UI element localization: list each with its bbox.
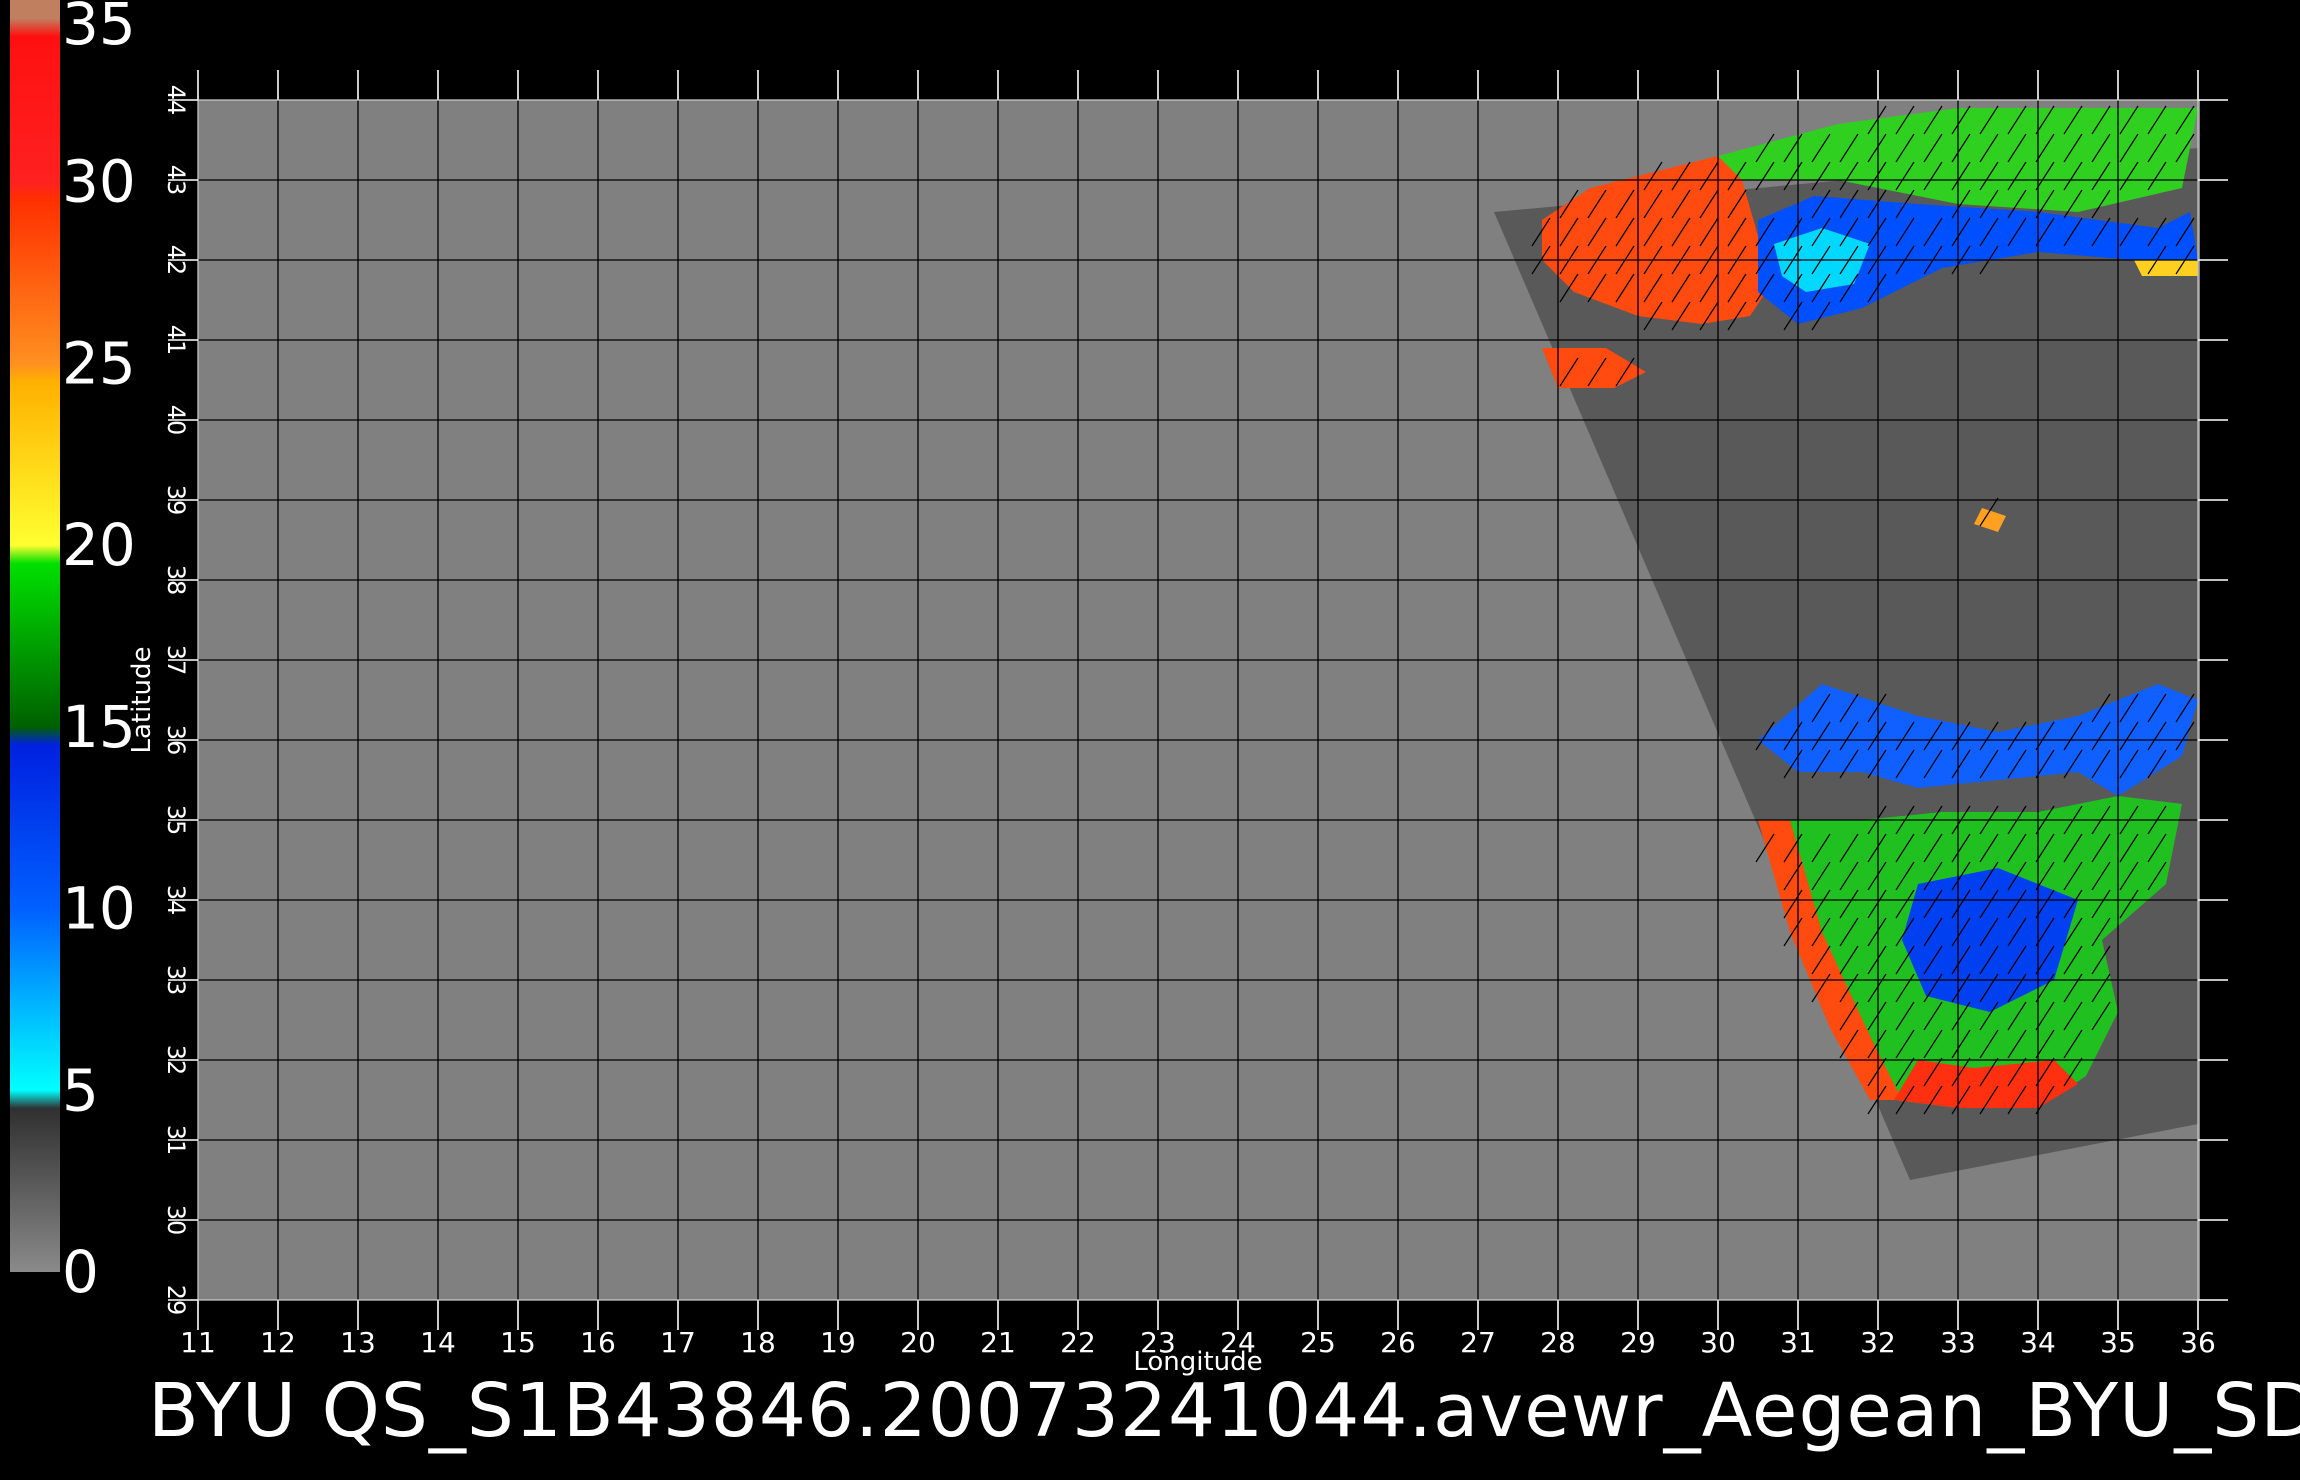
- colorbar-label: 30: [62, 148, 136, 216]
- y-tick-label: 40: [162, 405, 190, 436]
- x-tick-label: 12: [260, 1326, 296, 1359]
- x-tick-label: 21: [980, 1326, 1016, 1359]
- colorbar: [10, 0, 60, 1272]
- y-tick-label: 38: [162, 565, 190, 596]
- x-tick-label: 13: [340, 1326, 376, 1359]
- x-tick-label: 33: [1940, 1326, 1976, 1359]
- x-tick-label: 27: [1460, 1326, 1496, 1359]
- x-tick-label: 31: [1780, 1326, 1816, 1359]
- x-tick-label: 22: [1060, 1326, 1096, 1359]
- y-tick-label: 35: [162, 805, 190, 836]
- x-tick-label: 15: [500, 1326, 536, 1359]
- x-tick-label: 11: [180, 1326, 216, 1359]
- wind-region-black-sea-east-edge: [2134, 260, 2198, 276]
- x-tick-label: 20: [900, 1326, 936, 1359]
- x-tick-label: 16: [580, 1326, 616, 1359]
- y-tick-label: 32: [162, 1045, 190, 1076]
- y-axis-label: Latitude: [127, 646, 157, 753]
- x-tick-label: 32: [1860, 1326, 1896, 1359]
- image-caption: BYU QS_S1B43846.20073241044.avewr_Aegean…: [148, 1368, 2300, 1454]
- x-tick-label: 35: [2100, 1326, 2136, 1359]
- y-tick-label: 30: [162, 1205, 190, 1236]
- x-tick-label: 30: [1700, 1326, 1736, 1359]
- y-tick-label: 43: [162, 165, 190, 196]
- colorbar-label: 10: [62, 875, 136, 943]
- colorbar-label: 15: [62, 693, 136, 761]
- y-tick-label: 36: [162, 725, 190, 756]
- x-tick-label: 14: [420, 1326, 456, 1359]
- x-tick-label: 19: [820, 1326, 856, 1359]
- x-tick-label: 34: [2020, 1326, 2056, 1359]
- colorbar-label: 0: [62, 1238, 99, 1306]
- y-tick-label: 37: [162, 645, 190, 676]
- x-tick-label: 28: [1540, 1326, 1576, 1359]
- y-tick-label: 44: [162, 85, 190, 116]
- colorbar-label: 25: [62, 329, 136, 397]
- colorbar-label: 35: [62, 0, 136, 58]
- y-tick-label: 34: [162, 885, 190, 916]
- x-tick-label: 29: [1620, 1326, 1656, 1359]
- x-tick-label: 17: [660, 1326, 696, 1359]
- colorbar-label: 20: [62, 511, 136, 579]
- x-tick-label: 25: [1300, 1326, 1336, 1359]
- y-tick-label: 33: [162, 965, 190, 996]
- y-tick-labels: 29 30 31 32 33 34 35 36 37 38 39 40 41 42 43 44: [162, 85, 190, 1316]
- x-tick-label: 36: [2180, 1326, 2216, 1359]
- wind-map: 0 5 10 15 20 25 30 35 11 12 13 14 15 16 17 18 19 20 21 22 2…: [10, 0, 2228, 1377]
- y-tick-label: 39: [162, 485, 190, 516]
- y-tick-label: 29: [162, 1285, 190, 1316]
- x-tick-label: 18: [740, 1326, 776, 1359]
- colorbar-labels: 0 5 10 15 20 25 30 35: [62, 0, 136, 1306]
- x-tick-label: 26: [1380, 1326, 1416, 1359]
- y-tick-label: 41: [162, 325, 190, 356]
- y-tick-label: 42: [162, 245, 190, 276]
- y-tick-label: 31: [162, 1125, 190, 1156]
- colorbar-label: 5: [62, 1056, 99, 1124]
